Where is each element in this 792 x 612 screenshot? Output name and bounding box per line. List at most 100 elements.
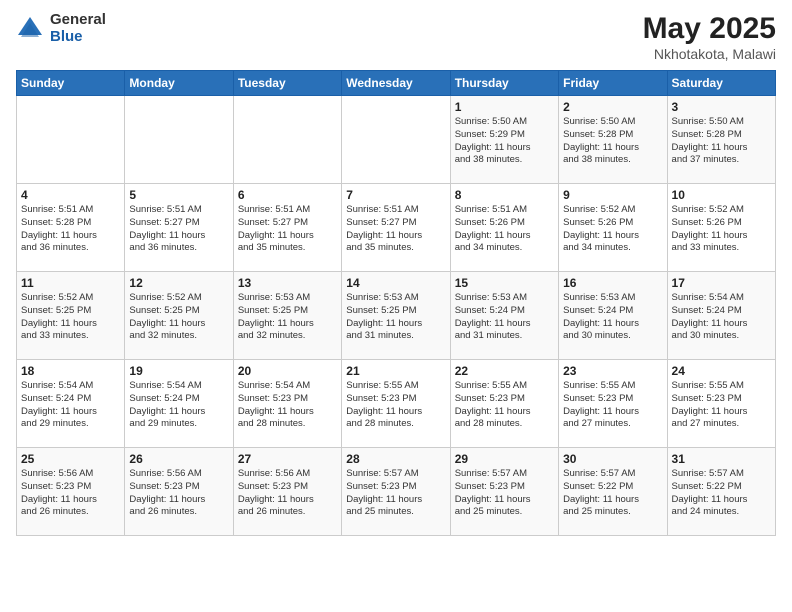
- day-content: Sunrise: 5:56 AMSunset: 5:23 PMDaylight:…: [129, 468, 228, 519]
- day-content: Sunrise: 5:53 AMSunset: 5:25 PMDaylight:…: [346, 292, 445, 343]
- title-block: May 2025 Nkhotakota, Malawi: [643, 12, 776, 62]
- logo-general-label: General: [50, 12, 106, 29]
- day-number: 7: [346, 188, 445, 202]
- day-number: 17: [672, 276, 771, 290]
- day-content: Sunrise: 5:51 AMSunset: 5:27 PMDaylight:…: [129, 204, 228, 255]
- day-content: Sunrise: 5:53 AMSunset: 5:24 PMDaylight:…: [563, 292, 662, 343]
- calendar-cell: 5 Sunrise: 5:51 AMSunset: 5:27 PMDaylight…: [125, 184, 233, 272]
- day-content: Sunrise: 5:57 AMSunset: 5:22 PMDaylight:…: [672, 468, 771, 519]
- day-number: 27: [238, 452, 337, 466]
- day-number: 25: [21, 452, 120, 466]
- day-number: 3: [672, 100, 771, 114]
- calendar-cell: 24 Sunrise: 5:55 AMSunset: 5:23 PMDayligh…: [667, 360, 775, 448]
- calendar-cell: 27 Sunrise: 5:56 AMSunset: 5:23 PMDayligh…: [233, 448, 341, 536]
- day-content: Sunrise: 5:55 AMSunset: 5:23 PMDaylight:…: [455, 380, 554, 431]
- day-number: 18: [21, 364, 120, 378]
- day-number: 1: [455, 100, 554, 114]
- day-number: 14: [346, 276, 445, 290]
- calendar-week-1: 1 Sunrise: 5:50 AMSunset: 5:29 PMDaylight…: [17, 96, 776, 184]
- calendar-cell: 15 Sunrise: 5:53 AMSunset: 5:24 PMDayligh…: [450, 272, 558, 360]
- calendar-body: 1 Sunrise: 5:50 AMSunset: 5:29 PMDaylight…: [17, 96, 776, 536]
- day-number: 8: [455, 188, 554, 202]
- day-content: Sunrise: 5:54 AMSunset: 5:23 PMDaylight:…: [238, 380, 337, 431]
- calendar-cell: 6Sunrise: 5:51 AMSunset: 5:27 PMDaylight…: [233, 184, 341, 272]
- page: General Blue May 2025 Nkhotakota, Malawi…: [0, 0, 792, 612]
- day-number: 13: [238, 276, 337, 290]
- day-content: Sunrise: 5:56 AMSunset: 5:23 PMDaylight:…: [238, 468, 337, 519]
- calendar-cell: [125, 96, 233, 184]
- calendar-cell: [233, 96, 341, 184]
- day-content: Sunrise: 5:52 AMSunset: 5:25 PMDaylight:…: [21, 292, 120, 343]
- calendar-cell: 30 Sunrise: 5:57 AMSunset: 5:22 PMDayligh…: [559, 448, 667, 536]
- calendar-cell: 21 Sunrise: 5:55 AMSunset: 5:23 PMDayligh…: [342, 360, 450, 448]
- calendar-cell: 26Sunrise: 5:56 AMSunset: 5:23 PMDayligh…: [125, 448, 233, 536]
- day-content: Sunrise: 5:50 AMSunset: 5:29 PMDaylight:…: [455, 116, 554, 167]
- calendar-cell: 2Sunrise: 5:50 AMSunset: 5:28 PMDaylight…: [559, 96, 667, 184]
- header: General Blue May 2025 Nkhotakota, Malawi: [16, 12, 776, 62]
- day-number: 20: [238, 364, 337, 378]
- day-content: Sunrise: 5:51 AMSunset: 5:28 PMDaylight:…: [21, 204, 120, 255]
- day-number: 23: [563, 364, 662, 378]
- calendar-cell: 14 Sunrise: 5:53 AMSunset: 5:25 PMDayligh…: [342, 272, 450, 360]
- calendar-cell: [342, 96, 450, 184]
- calendar-cell: 7Sunrise: 5:51 AMSunset: 5:27 PMDaylight…: [342, 184, 450, 272]
- day-number: 30: [563, 452, 662, 466]
- day-content: Sunrise: 5:55 AMSunset: 5:23 PMDaylight:…: [346, 380, 445, 431]
- day-content: Sunrise: 5:56 AMSunset: 5:23 PMDaylight:…: [21, 468, 120, 519]
- day-content: Sunrise: 5:53 AMSunset: 5:25 PMDaylight:…: [238, 292, 337, 343]
- col-monday: Monday: [125, 71, 233, 96]
- calendar-cell: 1 Sunrise: 5:50 AMSunset: 5:29 PMDaylight…: [450, 96, 558, 184]
- calendar-cell: 29Sunrise: 5:57 AMSunset: 5:23 PMDayligh…: [450, 448, 558, 536]
- col-thursday: Thursday: [450, 71, 558, 96]
- col-wednesday: Wednesday: [342, 71, 450, 96]
- day-number: 21: [346, 364, 445, 378]
- calendar-table: Sunday Monday Tuesday Wednesday Thursday…: [16, 70, 776, 536]
- day-content: Sunrise: 5:55 AMSunset: 5:23 PMDaylight:…: [563, 380, 662, 431]
- calendar-cell: 12Sunrise: 5:52 AMSunset: 5:25 PMDayligh…: [125, 272, 233, 360]
- calendar-cell: 22 Sunrise: 5:55 AMSunset: 5:23 PMDayligh…: [450, 360, 558, 448]
- day-number: 31: [672, 452, 771, 466]
- day-number: 10: [672, 188, 771, 202]
- calendar-cell: 17Sunrise: 5:54 AMSunset: 5:24 PMDayligh…: [667, 272, 775, 360]
- col-friday: Friday: [559, 71, 667, 96]
- day-number: 16: [563, 276, 662, 290]
- day-number: 5: [129, 188, 228, 202]
- header-row: Sunday Monday Tuesday Wednesday Thursday…: [17, 71, 776, 96]
- day-number: 11: [21, 276, 120, 290]
- day-content: Sunrise: 5:53 AMSunset: 5:24 PMDaylight:…: [455, 292, 554, 343]
- day-number: 24: [672, 364, 771, 378]
- calendar-cell: [17, 96, 125, 184]
- calendar-cell: 18Sunrise: 5:54 AMSunset: 5:24 PMDayligh…: [17, 360, 125, 448]
- logo-text: General Blue: [50, 12, 106, 45]
- calendar-cell: 3Sunrise: 5:50 AMSunset: 5:28 PMDaylight…: [667, 96, 775, 184]
- calendar-week-4: 18Sunrise: 5:54 AMSunset: 5:24 PMDayligh…: [17, 360, 776, 448]
- day-content: Sunrise: 5:51 AMSunset: 5:26 PMDaylight:…: [455, 204, 554, 255]
- day-content: Sunrise: 5:50 AMSunset: 5:28 PMDaylight:…: [563, 116, 662, 167]
- calendar-subtitle: Nkhotakota, Malawi: [643, 46, 776, 62]
- calendar-cell: 19Sunrise: 5:54 AMSunset: 5:24 PMDayligh…: [125, 360, 233, 448]
- calendar-header: Sunday Monday Tuesday Wednesday Thursday…: [17, 71, 776, 96]
- calendar-title: May 2025: [643, 12, 776, 46]
- col-saturday: Saturday: [667, 71, 775, 96]
- day-content: Sunrise: 5:57 AMSunset: 5:23 PMDaylight:…: [346, 468, 445, 519]
- calendar-cell: 13 Sunrise: 5:53 AMSunset: 5:25 PMDayligh…: [233, 272, 341, 360]
- calendar-cell: 4 Sunrise: 5:51 AMSunset: 5:28 PMDaylight…: [17, 184, 125, 272]
- day-number: 19: [129, 364, 228, 378]
- logo-icon: [16, 15, 44, 43]
- day-content: Sunrise: 5:55 AMSunset: 5:23 PMDaylight:…: [672, 380, 771, 431]
- day-content: Sunrise: 5:52 AMSunset: 5:26 PMDaylight:…: [563, 204, 662, 255]
- day-number: 22: [455, 364, 554, 378]
- calendar-cell: 8 Sunrise: 5:51 AMSunset: 5:26 PMDaylight…: [450, 184, 558, 272]
- day-number: 15: [455, 276, 554, 290]
- day-number: 12: [129, 276, 228, 290]
- calendar-cell: 16 Sunrise: 5:53 AMSunset: 5:24 PMDayligh…: [559, 272, 667, 360]
- day-number: 4: [21, 188, 120, 202]
- logo: General Blue: [16, 12, 106, 45]
- calendar-cell: 20 Sunrise: 5:54 AMSunset: 5:23 PMDayligh…: [233, 360, 341, 448]
- day-number: 29: [455, 452, 554, 466]
- day-content: Sunrise: 5:57 AMSunset: 5:22 PMDaylight:…: [563, 468, 662, 519]
- calendar-week-5: 25 Sunrise: 5:56 AMSunset: 5:23 PMDayligh…: [17, 448, 776, 536]
- col-tuesday: Tuesday: [233, 71, 341, 96]
- day-number: 6: [238, 188, 337, 202]
- calendar-cell: 28Sunrise: 5:57 AMSunset: 5:23 PMDayligh…: [342, 448, 450, 536]
